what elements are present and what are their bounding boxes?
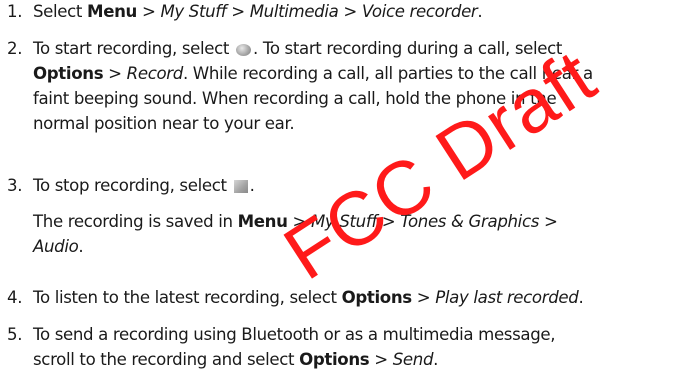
menu-path-item: Send (392, 350, 434, 369)
step-text: To send a recording using Bluetooth or a… (33, 322, 556, 372)
text-run: . While recording a call, all parties to… (182, 64, 593, 83)
text-run: To stop recording, select (33, 176, 232, 195)
text-run: . (249, 176, 255, 195)
step-line: faint beeping sound. When recording a ca… (33, 86, 593, 111)
record-icon (236, 44, 252, 56)
menu-path-item: My Stuff (310, 212, 377, 231)
menu-path-item: My Stuff (160, 2, 227, 21)
stop-icon (233, 180, 248, 193)
text-run: > (411, 288, 436, 307)
step-line: normal position near to your ear. (33, 111, 593, 136)
step-text: To listen to the latest recording, selec… (33, 285, 584, 310)
step-line: scroll to the recording and select Optio… (33, 347, 555, 372)
step-line: Audio. (33, 234, 558, 259)
step-number: 3. (7, 176, 23, 195)
step-line: To send a recording using Bluetooth or a… (33, 322, 556, 347)
menu-path-item: Tones & Graphics (400, 212, 540, 231)
text-run: . (578, 288, 584, 307)
text-run: faint beeping sound. When recording a ca… (33, 89, 557, 108)
menu-path-item: Audio (33, 237, 79, 256)
step-number: 1. (7, 2, 23, 21)
text-run: . To start recording during a call, sele… (253, 39, 563, 58)
step-number: 5. (7, 325, 23, 344)
step-number: 4. (7, 288, 23, 307)
step-number: 2. (7, 39, 23, 58)
text-run: > (103, 64, 127, 83)
text-run: > (287, 212, 311, 231)
text-run: > (137, 2, 161, 21)
menu-path-item: Voice recorder (361, 2, 478, 21)
step-text: Select Menu > My Stuff > Multimedia > Vo… (33, 0, 483, 24)
menu-path-item: Multimedia (249, 2, 339, 21)
text-run: . (433, 350, 439, 369)
text-run: To start recording, select (33, 39, 235, 58)
text-run: > (539, 212, 558, 231)
text-run: . (78, 237, 84, 256)
text-run: scroll to the recording and select (33, 350, 300, 369)
step-text: To stop recording, select . The recording… (33, 173, 558, 259)
text-run: > (369, 350, 393, 369)
menu-term: Menu (87, 2, 138, 21)
text-run: To listen to the latest recording, selec… (33, 288, 342, 307)
menu-path-item: Play last recorded (435, 288, 579, 307)
text-run: > (226, 2, 250, 21)
text-run: The recording is saved in (33, 212, 238, 231)
menu-term: Menu (237, 212, 288, 231)
menu-term: Options (299, 350, 370, 369)
step-line: To stop recording, select . (33, 173, 558, 198)
text-run: . (477, 2, 483, 21)
step-line: The recording is saved in Menu > My Stuf… (33, 209, 558, 234)
text-run: To send a recording using Bluetooth or a… (33, 325, 556, 344)
menu-term: Options (341, 288, 413, 307)
text-run: > (376, 212, 401, 231)
step-line: To listen to the latest recording, selec… (33, 285, 584, 310)
text-run: Select (33, 2, 88, 21)
text-run: > (338, 2, 362, 21)
step-line: Select Menu > My Stuff > Multimedia > Vo… (33, 0, 483, 24)
menu-term: Options (33, 64, 104, 83)
step-text: To start recording, select . To start re… (33, 36, 593, 136)
text-run: normal position near to your ear. (33, 114, 295, 133)
menu-path-item: Record (126, 64, 184, 83)
instruction-document: 1. Select Menu > My Stuff > Multimedia >… (0, 0, 673, 369)
step-line: To start recording, select . To start re… (33, 36, 593, 61)
step-line: Options > Record. While recording a call… (33, 61, 593, 86)
